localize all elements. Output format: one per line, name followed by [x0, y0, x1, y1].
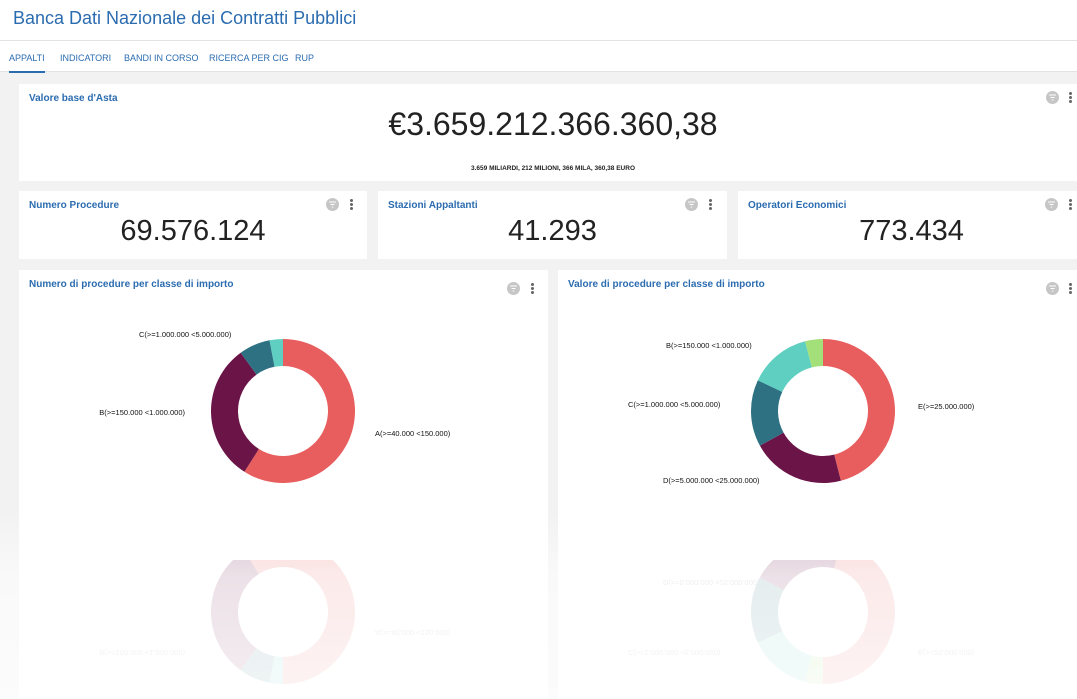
donut-slice[interactable]: [211, 352, 259, 472]
donut-chart: A(>=40.000 <150.000) B(>=150.000 <1.000.0…: [99, 330, 451, 483]
slice-label: B(>=150.000 <1.000.000): [99, 408, 185, 417]
app-title: Banca Dati Nazionale dei Contratti Pubbl…: [13, 8, 357, 28]
kpi-value: 69.576.124: [120, 215, 266, 247]
app-header: Banca Dati Nazionale dei Contratti Pubbl…: [0, 0, 1077, 41]
valore-base-card: Valore base d'Asta €3.659.212.366.360,38…: [19, 84, 1077, 181]
slice-label: E(>=25.000.000): [918, 402, 975, 411]
valore-base-words: 3.659 MILIARDI, 212 MILIONI, 366 MILA, 3…: [471, 165, 635, 172]
kpi-value: 41.293: [508, 215, 597, 247]
filter-icon[interactable]: [326, 198, 339, 211]
kpi-card-numero-procedure: Numero Procedure 69.576.124: [19, 191, 367, 259]
donut-slice[interactable]: [759, 432, 841, 483]
slice-label: D(>=5.000.000 <25.000.000): [663, 476, 760, 485]
tab-bar: APPALTI INDICATORI BANDI IN CORSO RICERC…: [0, 41, 1077, 73]
tab-ricerca-per-cig[interactable]: RICERCA PER CIG: [209, 53, 289, 63]
more-vert-icon[interactable]: [348, 198, 354, 211]
filter-icon[interactable]: [1045, 198, 1058, 211]
card-title: Operatori Economici: [748, 200, 847, 211]
donut-chart: E(>=25.000.000) D(>=5.000.000 <25.000.000…: [628, 339, 975, 485]
slice-label: C(>=1.000.000 <5.000.000): [139, 330, 232, 339]
kpi-card-operatori-economici: Operatori Economici 773.434: [738, 191, 1077, 259]
tab-bandi-in-corso[interactable]: BANDI IN CORSO: [124, 53, 199, 63]
filter-icon[interactable]: [685, 198, 698, 211]
slice-label: A(>=40.000 <150.000): [375, 429, 451, 438]
tab-indicatori[interactable]: INDICATORI: [60, 53, 111, 63]
tab-rup[interactable]: RUP: [295, 53, 314, 63]
slice-label: C(>=1.000.000 <5.000.000): [628, 400, 721, 409]
fade-overlay: [0, 510, 1077, 699]
more-vert-icon[interactable]: [707, 198, 713, 211]
tab-appalti[interactable]: APPALTI: [9, 53, 45, 73]
card-title: Stazioni Appaltanti: [388, 200, 478, 211]
filter-icon[interactable]: [1046, 91, 1059, 104]
kpi-card-stazioni-appaltanti: Stazioni Appaltanti 41.293: [378, 191, 727, 259]
kpi-value: 773.434: [859, 215, 964, 247]
card-title: Numero Procedure: [29, 200, 120, 211]
valore-base-value: €3.659.212.366.360,38: [388, 106, 718, 142]
slice-label: B(>=150.000 <1.000.000): [666, 341, 752, 350]
card-title: Valore base d'Asta: [29, 93, 118, 104]
more-vert-icon[interactable]: [1067, 198, 1073, 211]
more-vert-icon[interactable]: [1067, 91, 1073, 104]
